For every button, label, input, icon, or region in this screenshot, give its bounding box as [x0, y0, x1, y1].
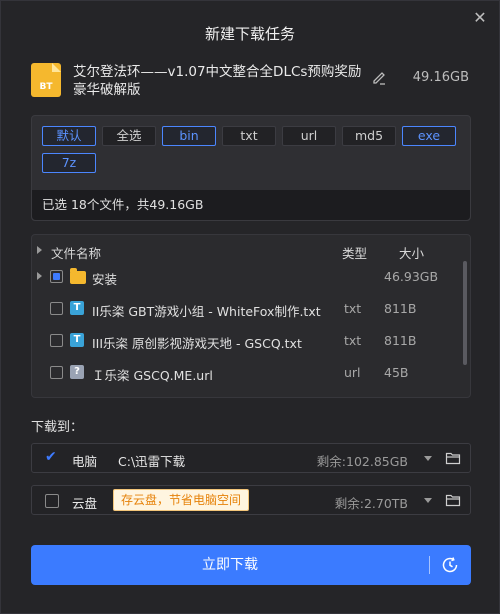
button-divider	[429, 556, 430, 574]
list-item[interactable]: T II乐栥 GBT游戏小组 - WhiteFox制作.txt txt 811B	[32, 295, 470, 323]
row-checkbox[interactable]	[50, 366, 63, 379]
chevron-down-icon[interactable]	[424, 498, 432, 503]
chip-bin[interactable]: bin	[162, 126, 216, 146]
row-checkbox[interactable]	[50, 270, 63, 283]
cloud-tip: 存云盘，节省电脑空间	[113, 489, 250, 511]
list-item[interactable]: T III乐栥 原创影视游戏天地 - GSCQ.txt txt 811B	[32, 327, 470, 355]
header-name[interactable]: 文件名称	[51, 243, 101, 262]
download-to-label: 下载到：	[31, 420, 84, 435]
dialog-title: 新建下载任务	[204, 25, 295, 43]
url-file-icon: ?	[70, 365, 84, 379]
expand-all-icon[interactable]	[37, 246, 42, 254]
file-size: 811B	[384, 301, 417, 316]
schedule-clock-icon[interactable]	[441, 556, 459, 574]
edit-icon[interactable]	[371, 69, 387, 85]
file-list-header: 文件名称 类型 大小	[32, 237, 470, 265]
free-space: 剩余:2.70TB	[334, 496, 408, 511]
new-download-dialog: 新建下载任务 ✕ BT 艾尔登法环——v1.07中文整合全DLCs预购奖励豪华破…	[0, 0, 500, 614]
chip-md5[interactable]: md5	[342, 126, 396, 146]
file-type: url	[344, 365, 361, 380]
file-type: txt	[344, 333, 362, 348]
file-size: 811B	[384, 333, 417, 348]
file-name: II乐栥 GBT游戏小组 - WhiteFox制作.txt	[92, 304, 321, 319]
header-size[interactable]: 大小	[399, 243, 424, 262]
folder-icon	[70, 268, 86, 284]
file-name: Ｉ乐栥 GSCQ.ME.url	[92, 368, 213, 383]
task-total-size: 49.16GB	[412, 70, 469, 85]
target-computer[interactable]: ✔ 电脑 C:\迅雷下载 剩余:102.85GB	[31, 443, 471, 473]
file-name: 安装	[92, 272, 118, 287]
list-item[interactable]: ? Ｉ乐栥 GSCQ.ME.url url 45B	[32, 359, 470, 387]
task-name: 艾尔登法环——v1.07中文整合全DLCs预购奖励豪华破解版	[73, 64, 362, 98]
download-path[interactable]: C:\迅雷下载	[118, 451, 185, 470]
file-size: 45B	[384, 365, 409, 380]
target-name: 云盘	[72, 496, 98, 511]
selected-summary: 已选 18个文件，共49.16GB	[32, 190, 470, 220]
filter-panel: 默认 全选 bin txt url md5 exe 7z 已选 18个文件，共4…	[31, 115, 471, 221]
chip-url[interactable]: url	[282, 126, 336, 146]
bt-file-icon: BT	[31, 63, 61, 97]
download-now-label: 立即下载	[202, 557, 258, 573]
target-cloud[interactable]: 云盘 存云盘，节省电脑空间 剩余:2.70TB	[31, 485, 471, 515]
chip-7z[interactable]: 7z	[42, 153, 96, 173]
row-checkbox[interactable]	[50, 334, 63, 347]
chip-default[interactable]: 默认	[42, 126, 96, 146]
file-size: 46.93GB	[384, 269, 439, 284]
file-name: III乐栥 原创影视游戏天地 - GSCQ.txt	[92, 336, 302, 351]
close-icon[interactable]: ✕	[469, 7, 491, 29]
target-name: 电脑	[72, 454, 98, 469]
file-list-scrollbar[interactable]	[463, 261, 467, 365]
list-item[interactable]: 安装 46.93GB	[32, 263, 470, 291]
chip-exe[interactable]: exe	[402, 126, 456, 146]
row-checkbox[interactable]	[50, 302, 63, 315]
free-space: 剩余:102.85GB	[316, 454, 408, 469]
expand-folder-icon[interactable]	[37, 272, 42, 280]
folder-icon[interactable]	[445, 492, 461, 508]
txt-file-icon: T	[70, 301, 84, 315]
bt-icon-label: BT	[39, 82, 53, 92]
checkmark-icon[interactable]: ✔	[45, 450, 59, 464]
cloud-checkbox[interactable]	[45, 494, 59, 508]
file-list: 文件名称 类型 大小 安装 46.93GB T II乐栥 GBT游戏小组 - W…	[31, 234, 471, 398]
chip-select-all[interactable]: 全选	[102, 126, 156, 146]
txt-file-icon: T	[70, 333, 84, 347]
folder-icon[interactable]	[445, 450, 461, 466]
chip-txt[interactable]: txt	[222, 126, 276, 146]
download-now-button[interactable]: 立即下载	[31, 545, 471, 585]
header-type[interactable]: 类型	[342, 243, 367, 262]
chevron-down-icon[interactable]	[424, 456, 432, 461]
file-type: txt	[344, 301, 362, 316]
